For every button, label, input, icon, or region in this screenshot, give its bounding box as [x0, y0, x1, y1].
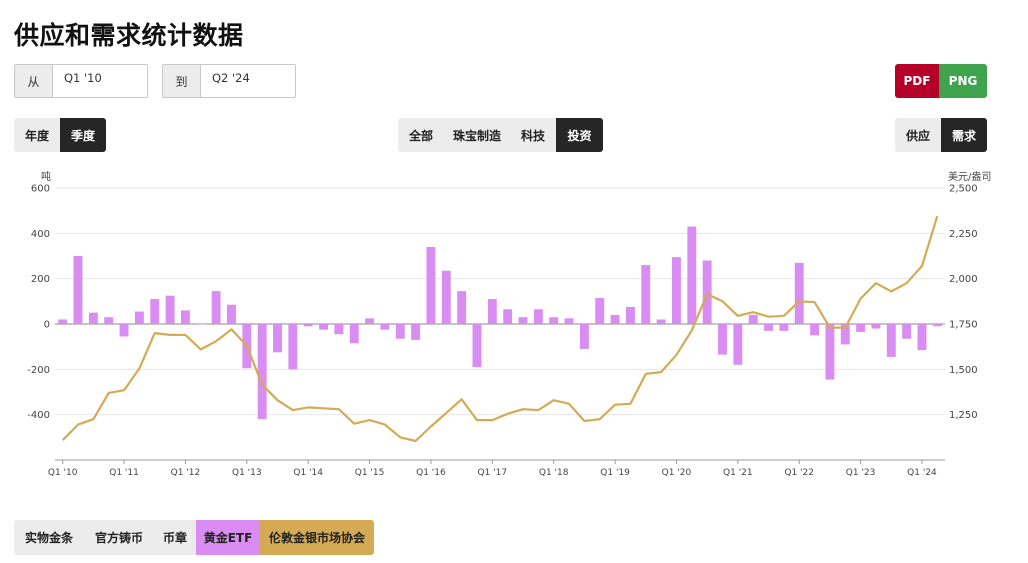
bar-gold-etf: [932, 324, 942, 327]
axis-layer: 600 400 200 0 -200 -400 2,500 2,250 2,000 1,750 1,…: [27, 184, 977, 479]
y-tick-label-left: 0: [44, 320, 50, 331]
bar-gold-etf: [779, 324, 789, 331]
x-tick-label: Q1 '10: [48, 468, 78, 478]
bar-gold-etf: [303, 324, 313, 327]
bar-gold-etf: [748, 314, 758, 324]
bar-gold-etf: [150, 299, 160, 324]
bar-gold-etf: [58, 319, 68, 324]
bar-gold-etf: [579, 324, 589, 349]
bar-gold-etf: [380, 324, 390, 330]
bar-gold-etf: [902, 324, 912, 339]
y-axis-title-right: 美元/盎司: [948, 170, 991, 183]
bar-gold-etf: [856, 324, 866, 332]
x-tick-label: Q1 '13: [232, 468, 262, 478]
bar-gold-etf: [104, 317, 114, 324]
bar-gold-etf: [794, 262, 804, 324]
bar-gold-etf: [810, 324, 820, 336]
bar-gold-etf: [319, 324, 328, 330]
bar-gold-etf: [595, 297, 605, 324]
bar-gold-etf: [702, 260, 712, 324]
bar-gold-etf: [503, 309, 513, 324]
bar-gold-etf: [288, 324, 298, 370]
bar-gold-etf: [365, 318, 375, 324]
y-tick-label-right: 2,000: [949, 274, 978, 285]
x-tick-label: Q1 '18: [539, 468, 569, 478]
x-tick-label: Q1 '14: [293, 468, 323, 478]
bar-gold-etf: [518, 317, 528, 324]
bar-gold-etf: [180, 310, 190, 324]
x-tick-label: Q1 '23: [846, 468, 876, 478]
bar-gold-etf: [411, 324, 421, 340]
y-axis-title-left: 吨: [41, 170, 51, 183]
x-tick-label: Q1 '21: [723, 468, 753, 478]
bar-gold-etf: [733, 324, 743, 365]
bar-gold-etf: [610, 314, 620, 324]
bar-gold-etf: [549, 317, 559, 324]
bar-gold-etf: [472, 324, 482, 368]
bar-gold-etf: [273, 324, 282, 353]
legend-medals[interactable]: 币章: [154, 520, 196, 555]
bar-gold-etf: [196, 324, 206, 325]
bar-gold-etf: [211, 291, 221, 324]
bar-gold-etf: [672, 257, 681, 324]
supply-demand-chart: 600 400 200 0 -200 -400 2,500 2,250 2,000 1,750 1,…: [27, 170, 991, 479]
bar-gold-etf: [165, 295, 175, 324]
y-tick-label-right: 2,250: [949, 229, 978, 240]
bar-gold-etf: [119, 324, 129, 337]
x-tick-label: Q1 '12: [171, 468, 201, 478]
y-tick-label-right: 1,500: [949, 365, 978, 376]
x-tick-label: Q1 '19: [600, 468, 630, 478]
bar-gold-etf: [73, 256, 83, 324]
x-tick-label: Q1 '24: [907, 468, 937, 478]
bar-gold-etf: [395, 324, 405, 339]
bar-gold-etf: [625, 307, 635, 324]
bar-gold-etf: [487, 299, 497, 324]
bar-gold-etf: [886, 324, 896, 357]
bar-gold-etf: [641, 265, 651, 324]
x-tick-label: Q1 '11: [109, 468, 139, 478]
x-tick-label: Q1 '22: [784, 468, 814, 478]
x-tick-label: Q1 '15: [355, 468, 385, 478]
x-tick-label: Q1 '20: [662, 468, 692, 478]
bars-layer: [58, 226, 942, 420]
y-tick-label-left: -400: [27, 410, 50, 421]
legend-physical-bars[interactable]: 实物金条: [14, 520, 84, 555]
x-tick-label: Q1 '17: [478, 468, 508, 478]
bar-gold-etf: [426, 246, 436, 324]
bar-gold-etf: [441, 270, 451, 324]
legend-lbma-price[interactable]: 伦敦金银市场协会: [260, 520, 374, 555]
y-tick-label-left: -200: [27, 365, 50, 376]
bar-gold-etf: [349, 324, 359, 344]
y-tick-label-right: 1,250: [949, 410, 978, 421]
bar-gold-etf: [457, 291, 467, 324]
y-tick-label-left: 600: [31, 184, 50, 195]
bar-gold-etf: [227, 304, 236, 324]
bar-gold-etf: [656, 319, 666, 324]
x-tick-label: Q1 '16: [416, 468, 446, 478]
line-layer: [61, 215, 939, 443]
bar-gold-etf: [134, 311, 144, 324]
y-tick-label-left: 200: [31, 274, 50, 285]
bar-gold-etf: [764, 324, 773, 331]
y-tick-label-right: 2,500: [949, 184, 978, 195]
bar-gold-etf: [533, 309, 543, 324]
legend: 实物金条 官方铸币 币章 黄金ETF 伦敦金银市场协会: [14, 520, 374, 555]
legend-gold-etf[interactable]: 黄金ETF: [196, 520, 260, 555]
y-tick-label-left: 400: [31, 229, 50, 240]
y-tick-label-right: 1,750: [949, 320, 978, 331]
legend-official-coins[interactable]: 官方铸币: [84, 520, 154, 555]
bar-gold-etf: [871, 324, 881, 329]
bar-gold-etf: [687, 226, 697, 324]
line-lbma-price: [61, 215, 939, 443]
bar-gold-etf: [564, 318, 574, 324]
bar-gold-etf: [825, 324, 835, 380]
bar-gold-etf: [334, 324, 344, 335]
bar-gold-etf: [257, 324, 267, 420]
bar-gold-etf: [718, 324, 727, 355]
bar-gold-etf: [88, 312, 98, 324]
bar-gold-etf: [917, 324, 927, 351]
